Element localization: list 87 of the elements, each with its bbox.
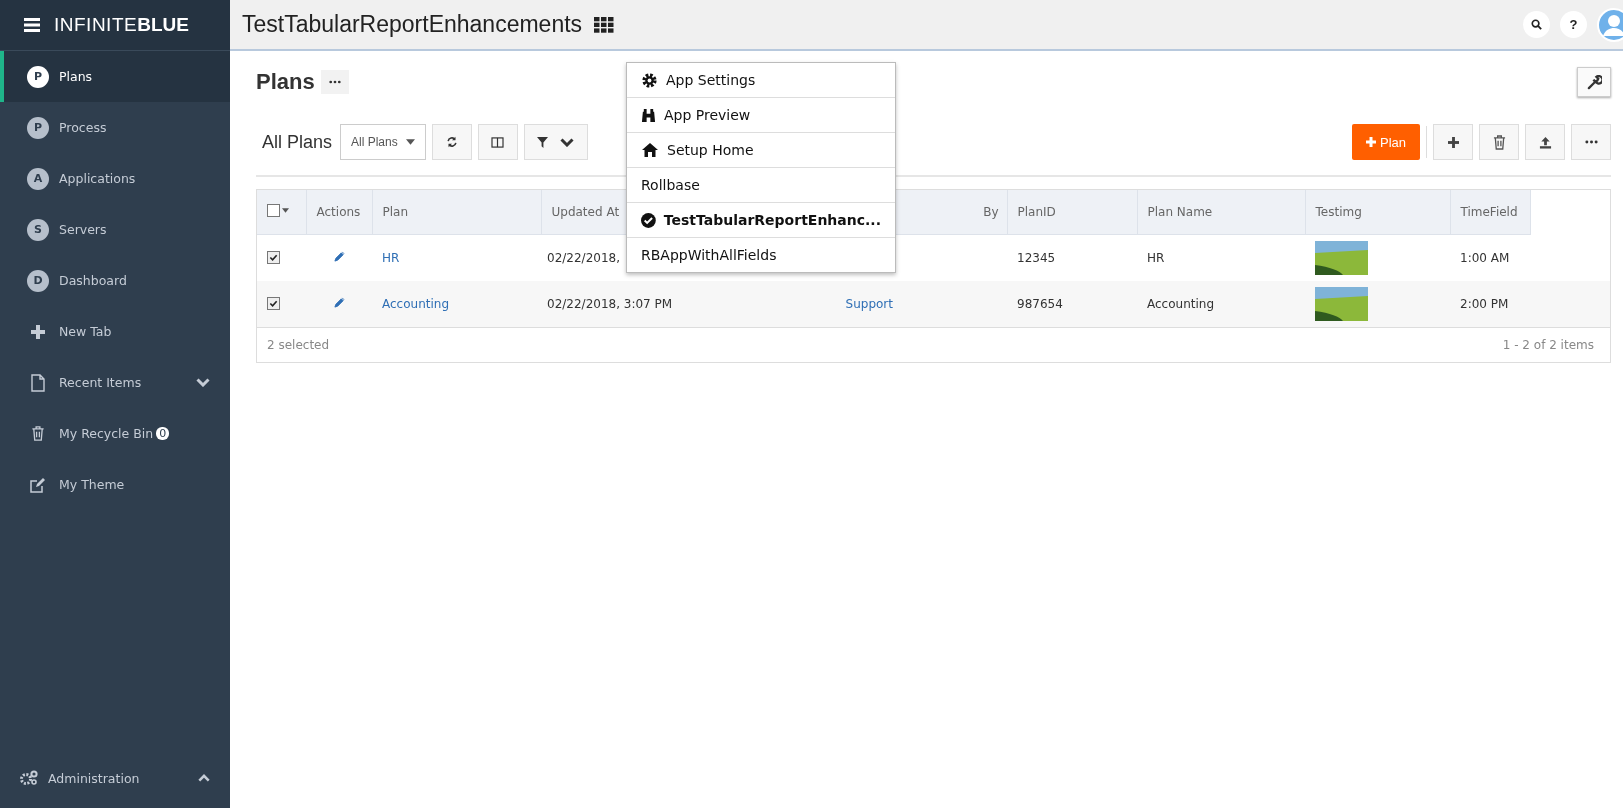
delete-button[interactable] bbox=[1479, 124, 1519, 160]
search-button[interactable] bbox=[1523, 11, 1550, 38]
filter-button[interactable] bbox=[523, 124, 588, 160]
settings-icon bbox=[641, 71, 658, 89]
menu-item[interactable]: TestTabularReportEnhanc... bbox=[627, 203, 895, 238]
select-all-checkbox[interactable] bbox=[267, 204, 289, 217]
trash-icon bbox=[1492, 134, 1506, 150]
columns-icon bbox=[491, 136, 505, 148]
pager-text: 1 - 2 of 2 items bbox=[1502, 338, 1594, 352]
user-link[interactable]: Support bbox=[845, 297, 893, 311]
count-badge: 0 bbox=[156, 427, 170, 440]
administration-item[interactable]: Administration bbox=[0, 748, 230, 808]
table-cell: 02/22/2018, 3:07 PM bbox=[547, 297, 673, 311]
table-cell: 12345 bbox=[1017, 251, 1056, 265]
table-cell: HR bbox=[1147, 251, 1165, 265]
plus-icon bbox=[1365, 137, 1376, 147]
column-header[interactable]: Testimg bbox=[1315, 205, 1362, 219]
upload-button[interactable] bbox=[1525, 124, 1565, 160]
letter-icon: A bbox=[27, 167, 49, 190]
gears-icon bbox=[20, 770, 38, 786]
logo-text: BLUE bbox=[137, 14, 189, 36]
app-title: TestTabularReportEnhancements bbox=[242, 11, 583, 38]
view-dropdown[interactable]: All Plans bbox=[340, 124, 426, 160]
plan-link[interactable]: HR bbox=[382, 251, 400, 265]
sidebar-item[interactable]: P Plans bbox=[0, 51, 230, 102]
sidebar-item[interactable]: My Recycle Bin 0 bbox=[0, 408, 230, 459]
columns-button[interactable] bbox=[477, 124, 518, 160]
table-cell: 1:00 AM bbox=[1460, 251, 1510, 265]
check-circle-icon bbox=[641, 211, 656, 229]
more-icon bbox=[328, 80, 341, 84]
sidebar-item[interactable]: My Theme bbox=[0, 459, 230, 510]
view-title: All Plans bbox=[262, 131, 333, 153]
pencil-icon[interactable] bbox=[333, 251, 345, 262]
refresh-button[interactable] bbox=[431, 124, 472, 160]
letter-icon: P bbox=[27, 116, 49, 139]
sidebar-item[interactable]: P Process bbox=[0, 102, 230, 153]
plus-icon bbox=[1447, 136, 1459, 148]
column-header[interactable]: By bbox=[983, 205, 999, 219]
column-header[interactable]: Plan bbox=[382, 205, 409, 219]
column-header[interactable]: Updated At bbox=[551, 205, 620, 219]
menu-item[interactable]: App Settings bbox=[627, 63, 895, 98]
letter-icon: P bbox=[27, 65, 49, 88]
selected-count: 2 selected bbox=[267, 338, 330, 352]
column-header[interactable]: Plan Name bbox=[1147, 205, 1213, 219]
page-title: Plans bbox=[256, 69, 315, 95]
menu-item[interactable]: App Preview bbox=[627, 98, 895, 133]
menu-icon[interactable] bbox=[24, 18, 40, 32]
table-cell: 02/22/2018, bbox=[547, 251, 620, 265]
settings-button[interactable] bbox=[1577, 67, 1611, 97]
chevron-down-icon bbox=[196, 378, 210, 387]
row-checkbox[interactable] bbox=[267, 251, 280, 264]
menu-item[interactable]: Rollbase bbox=[627, 168, 895, 203]
wrench-icon bbox=[1586, 74, 1602, 90]
table-cell: Accounting bbox=[1147, 297, 1214, 311]
grid-icon[interactable] bbox=[594, 16, 615, 33]
logo-text: INFINITE bbox=[54, 14, 138, 36]
photo-placeholder bbox=[1315, 241, 1368, 275]
help-button[interactable]: ? bbox=[1560, 11, 1587, 38]
table-cell: 2:00 PM bbox=[1460, 297, 1509, 311]
sidebar-item[interactable]: D Dashboard bbox=[0, 255, 230, 306]
plan-link[interactable]: Accounting bbox=[382, 297, 449, 311]
caret-down-icon bbox=[282, 208, 289, 213]
sidebar-item[interactable]: New Tab bbox=[0, 306, 230, 357]
pencil-icon[interactable] bbox=[333, 297, 345, 308]
letter-icon: D bbox=[27, 269, 49, 292]
sidebar-item[interactable]: S Servers bbox=[0, 204, 230, 255]
filter-icon bbox=[537, 136, 549, 148]
refresh-icon bbox=[445, 136, 458, 148]
sidebar-item[interactable]: Recent Items bbox=[0, 357, 230, 408]
caret-down-icon bbox=[405, 139, 415, 145]
menu-item[interactable]: Setup Home bbox=[627, 133, 895, 168]
sidebar-item[interactable]: A Applications bbox=[0, 153, 230, 204]
upload-icon bbox=[1538, 135, 1552, 149]
home-icon bbox=[641, 142, 659, 158]
more-icon bbox=[1584, 140, 1598, 144]
table-cell: 987654 bbox=[1017, 297, 1063, 311]
add-button[interactable] bbox=[1433, 124, 1473, 160]
column-header[interactable]: PlanID bbox=[1017, 205, 1056, 219]
chevron-up-icon bbox=[198, 774, 210, 782]
binoculars-icon bbox=[641, 107, 656, 123]
menu-item[interactable]: RBAppWithAllFields bbox=[627, 238, 895, 272]
chevron-down-icon bbox=[560, 137, 575, 147]
letter-icon: S bbox=[27, 218, 49, 241]
search-icon bbox=[1531, 19, 1542, 30]
more-button[interactable] bbox=[320, 70, 349, 94]
row-checkbox[interactable] bbox=[267, 297, 280, 310]
photo-placeholder bbox=[1315, 287, 1368, 321]
